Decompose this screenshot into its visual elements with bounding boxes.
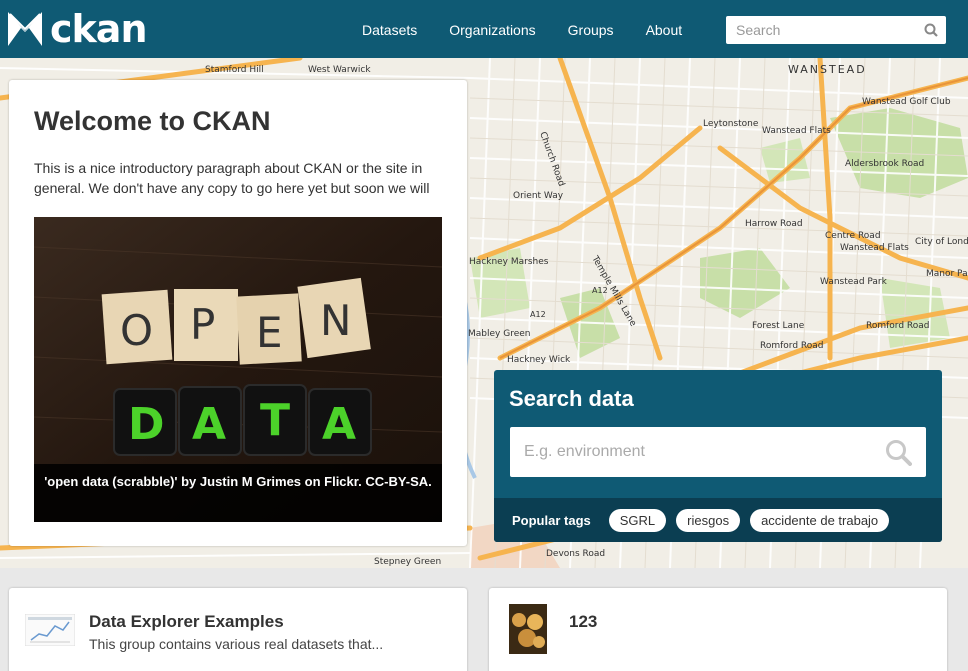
logo-wordmark: ckan	[50, 7, 147, 51]
search-icon[interactable]	[924, 23, 938, 37]
map-label: Leytonstone	[703, 119, 759, 129]
map-label: Manor Pa	[926, 269, 968, 279]
map-label: City of London	[915, 237, 968, 247]
welcome-title: Welcome to CKAN	[34, 106, 271, 136]
map-label: Mabley Green	[468, 329, 530, 339]
map-label: Aldersbrook Road	[845, 159, 924, 169]
map-label: Romford Road	[866, 321, 930, 331]
map-label: Centre Road	[825, 231, 881, 241]
image-caption: 'open data (scrabble)' by Justin M Grime…	[34, 464, 442, 522]
scrabble-letter: T	[260, 395, 290, 446]
scrabble-letter: O	[120, 306, 153, 355]
nav-groups[interactable]: Groups	[568, 22, 614, 38]
group-card[interactable]: 123	[489, 588, 947, 671]
map-label: West Warwick	[308, 65, 371, 75]
map-label: Wanstead Golf Club	[862, 97, 951, 107]
map-label: A12	[592, 286, 608, 295]
map-label: Forest Lane	[752, 321, 805, 331]
nav-about[interactable]: About	[646, 22, 683, 38]
map-label: Wanstead Park	[820, 277, 888, 287]
scrabble-letter: A	[192, 399, 226, 450]
popular-tags: Popular tags SGRL riesgos accidente de t…	[494, 498, 942, 542]
ckan-logo[interactable]: ckan	[8, 7, 147, 51]
scrabble-letter: D	[128, 399, 165, 450]
header-search	[726, 16, 946, 44]
group-title[interactable]: 123	[569, 612, 597, 632]
ckan-logo-icon	[8, 12, 42, 46]
map-label: Stamford Hill	[205, 65, 264, 75]
scrabble-letter: E	[256, 308, 283, 357]
tag-accidente-de-trabajo[interactable]: accidente de trabajo	[750, 508, 890, 532]
nav-datasets[interactable]: Datasets	[362, 22, 417, 38]
group-thumbnail	[25, 614, 75, 646]
tag-sgrl[interactable]: SGRL	[608, 508, 667, 532]
group-title[interactable]: Data Explorer Examples	[89, 612, 284, 632]
map-label: A12	[530, 310, 546, 319]
tag-riesgos[interactable]: riesgos	[676, 508, 741, 532]
map-label: Stepney Green	[374, 557, 441, 567]
map-label: WANSTEAD	[788, 63, 867, 76]
header-search-input[interactable]	[726, 16, 916, 44]
scrabble-letter: P	[190, 300, 215, 349]
search-data-title: Search data	[509, 386, 634, 411]
group-card[interactable]: Data Explorer Examples This group contai…	[9, 588, 467, 671]
map-label: Romford Road	[760, 341, 824, 351]
map-label: Harrow Road	[745, 219, 803, 229]
group-thumbnail	[509, 604, 547, 654]
main-nav: Datasets Organizations Groups About	[362, 22, 714, 38]
scrabble-letter: N	[320, 296, 351, 345]
search-icon[interactable]	[885, 439, 912, 466]
map-label: Orient Way	[513, 191, 564, 201]
masthead: ckan Datasets Organizations Groups About	[0, 0, 968, 58]
welcome-paragraph: This is a nice introductory paragraph ab…	[34, 160, 430, 196]
map-label: Hackney Wick	[507, 355, 571, 365]
dataset-search-input[interactable]	[510, 427, 870, 477]
search-data-panel: Search data Popular tags SGRL riesgos ac…	[494, 370, 942, 542]
nav-organizations[interactable]: Organizations	[449, 22, 535, 38]
scrabble-letter: A	[322, 399, 356, 450]
popular-tags-label: Popular tags	[512, 512, 591, 528]
dataset-search	[510, 427, 926, 477]
group-description: This group contains various real dataset…	[89, 636, 384, 652]
welcome-panel: Welcome to CKAN This is a nice introduct…	[9, 80, 467, 546]
map-label: Wanstead Flats	[840, 243, 909, 253]
map-label: Hackney Marshes	[469, 257, 549, 267]
map-label: Wanstead Flats	[762, 126, 831, 136]
featured-image: O P E N D A T A 'open data (scrabble)' b…	[34, 217, 442, 522]
map-label: Devons Road	[546, 549, 605, 559]
